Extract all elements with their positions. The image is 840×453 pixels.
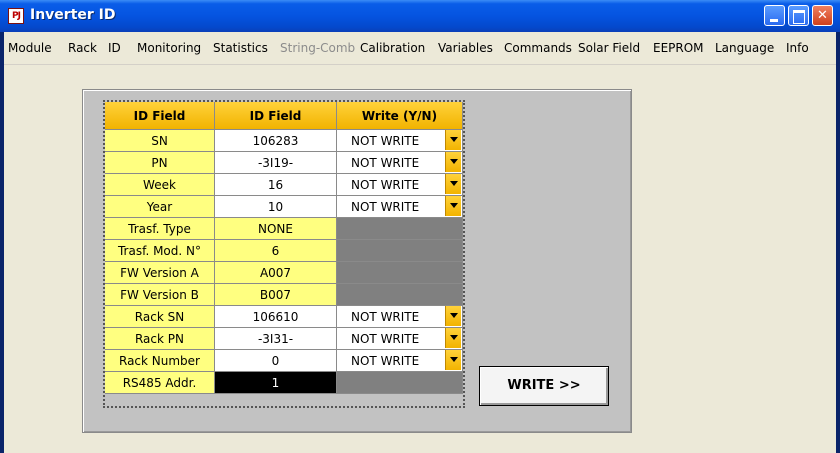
row-value[interactable]: 106610	[215, 306, 337, 328]
write-select-value: NOT WRITE	[351, 134, 420, 148]
close-button[interactable]	[812, 5, 833, 26]
write-button[interactable]: WRITE >>	[479, 366, 609, 406]
row-label: Week	[105, 174, 215, 196]
row-value[interactable]: 106283	[215, 130, 337, 152]
row-label: Rack PN	[105, 328, 215, 350]
menu-eeprom[interactable]: EEPROM	[653, 41, 704, 55]
write-select[interactable]: NOT WRITE	[337, 196, 463, 218]
write-disabled-cell	[337, 240, 463, 262]
write-disabled-cell	[337, 218, 463, 240]
write-select-value: NOT WRITE	[351, 178, 420, 192]
write-disabled-cell	[337, 262, 463, 284]
row-value[interactable]: 0	[215, 350, 337, 372]
minimize-button[interactable]	[764, 5, 785, 26]
chevron-down-icon[interactable]	[445, 350, 461, 370]
row-label: Rack Number	[105, 350, 215, 372]
menu-statistics[interactable]: Statistics	[213, 41, 268, 55]
row-label: RS485 Addr.	[105, 372, 215, 394]
write-disabled-cell	[337, 284, 463, 306]
menu-variables[interactable]: Variables	[438, 41, 493, 55]
chevron-down-icon[interactable]	[445, 174, 461, 194]
write-select[interactable]: NOT WRITE	[337, 306, 463, 328]
maximize-button[interactable]	[788, 5, 809, 26]
row-value: 6	[215, 240, 337, 262]
title-bar[interactable]: PJ Inverter ID	[0, 0, 840, 32]
row-label: PN	[105, 152, 215, 174]
row-label: Trasf. Type	[105, 218, 215, 240]
row-value[interactable]: -3I19-	[215, 152, 337, 174]
menu-info[interactable]: Info	[786, 41, 809, 55]
chevron-down-icon[interactable]	[445, 196, 461, 216]
menu-commands[interactable]: Commands	[504, 41, 572, 55]
write-select-value: NOT WRITE	[351, 354, 420, 368]
write-select-value: NOT WRITE	[351, 156, 420, 170]
row-value: NONE	[215, 218, 337, 240]
row-value-selected[interactable]: 1	[215, 372, 337, 394]
menu-calibration[interactable]: Calibration	[360, 41, 425, 55]
write-select[interactable]: NOT WRITE	[337, 174, 463, 196]
menu-monitoring[interactable]: Monitoring	[137, 41, 201, 55]
menu-string-comb: String-Comb	[280, 41, 356, 55]
row-value[interactable]: 10	[215, 196, 337, 218]
id-grid: ID Field ID Field Write (Y/N) SN 106283 …	[103, 100, 465, 408]
row-label: FW Version B	[105, 284, 215, 306]
chevron-down-icon[interactable]	[445, 130, 461, 150]
row-value: B007	[215, 284, 337, 306]
menu-rack[interactable]: Rack	[68, 41, 97, 55]
write-select[interactable]: NOT WRITE	[337, 350, 463, 372]
chevron-down-icon[interactable]	[445, 328, 461, 348]
row-label: Trasf. Mod. N°	[105, 240, 215, 262]
menu-solar-field[interactable]: Solar Field	[578, 41, 640, 55]
row-label: Rack SN	[105, 306, 215, 328]
chevron-down-icon[interactable]	[445, 306, 461, 326]
row-label: Year	[105, 196, 215, 218]
client-area: ID Field ID Field Write (Y/N) SN 106283 …	[4, 64, 836, 453]
chevron-down-icon[interactable]	[445, 152, 461, 172]
app-icon: PJ	[8, 8, 24, 24]
write-select-value: NOT WRITE	[351, 310, 420, 324]
write-disabled-cell	[337, 372, 463, 394]
window-title: Inverter ID	[30, 7, 116, 23]
row-value: A007	[215, 262, 337, 284]
write-select-value: NOT WRITE	[351, 200, 420, 214]
header-id-field-value: ID Field	[215, 102, 337, 130]
menu-bar: Module Rack ID Monitoring Statistics Str…	[4, 32, 836, 64]
menu-module[interactable]: Module	[8, 41, 52, 55]
write-select[interactable]: NOT WRITE	[337, 130, 463, 152]
write-select-value: NOT WRITE	[351, 332, 420, 346]
menu-id[interactable]: ID	[108, 41, 121, 55]
header-id-field-label: ID Field	[105, 102, 215, 130]
write-select[interactable]: NOT WRITE	[337, 328, 463, 350]
menu-language[interactable]: Language	[715, 41, 774, 55]
id-panel: ID Field ID Field Write (Y/N) SN 106283 …	[82, 89, 632, 433]
row-label: FW Version A	[105, 262, 215, 284]
row-label: SN	[105, 130, 215, 152]
write-select[interactable]: NOT WRITE	[337, 152, 463, 174]
row-value[interactable]: 16	[215, 174, 337, 196]
row-value[interactable]: -3I31-	[215, 328, 337, 350]
header-write: Write (Y/N)	[337, 102, 463, 130]
